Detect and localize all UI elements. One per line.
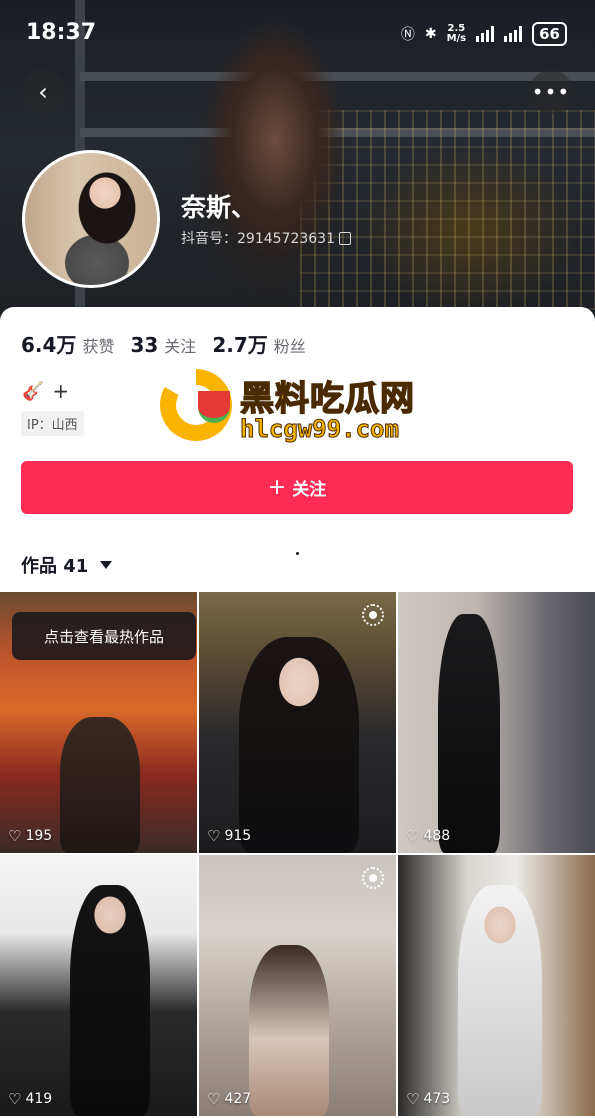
thumbnail-figure <box>239 637 359 853</box>
stat-likes[interactable]: 6.4万 获赞 <box>21 329 114 358</box>
avatar[interactable] <box>22 150 160 288</box>
stat-value: 6.4万 <box>21 333 77 357</box>
thumbnail-figure <box>438 614 500 853</box>
like-count: ♡ 915 <box>207 827 251 845</box>
back-icon: ‹ <box>38 78 48 106</box>
site-watermark: 黑料吃瓜网 hlcgw99.com <box>160 369 450 449</box>
cover-figure <box>185 20 355 320</box>
stat-following[interactable]: 33 关注 <box>130 333 196 357</box>
like-count-value: 488 <box>423 828 451 844</box>
video-thumbnail[interactable]: ♡ 915 <box>199 592 396 853</box>
status-icons: Ⓝ ✱ 2.5 M/s 66 <box>401 22 567 46</box>
watermark-url: hlcgw99.com <box>240 415 400 444</box>
stat-label: 粉丝 <box>273 337 306 356</box>
bluetooth-icon: ✱ <box>424 26 437 42</box>
follow-label: 关注 <box>292 480 327 500</box>
watermark-title: 黑料吃瓜网 <box>239 378 415 420</box>
ip-location-badge: IP：山西 <box>21 411 84 436</box>
stats-row: 6.4万 获赞 33 关注 2.7万 粉丝 <box>21 329 306 358</box>
account-id[interactable]: 抖音号：29145723631 <box>181 228 351 248</box>
like-count-value: 915 <box>224 828 252 844</box>
profile-panel: 6.4万 获赞 33 关注 2.7万 粉丝 🎸 + IP：山西 黑料吃瓜网 hl… <box>0 307 595 1118</box>
heart-icon: ♡ <box>406 1090 420 1108</box>
video-thumbnail[interactable]: ♡ 473 <box>398 855 595 1116</box>
video-thumbnail[interactable]: 点击查看最热作品 ♡ 195 <box>0 592 197 853</box>
tag-row: 🎸 + <box>22 379 69 403</box>
like-count: ♡ 419 <box>8 1090 52 1108</box>
account-id-text: 抖音号：29145723631 <box>181 231 335 247</box>
heart-icon: ♡ <box>406 827 420 845</box>
guitar-icon: 🎸 <box>22 380 45 402</box>
stat-label: 获赞 <box>82 337 115 356</box>
net-speed: 2.5 M/s <box>447 24 467 44</box>
stat-followers[interactable]: 2.7万 粉丝 <box>212 329 305 358</box>
follow-button[interactable]: + 关注 <box>21 461 573 514</box>
status-time: 18:37 <box>26 20 97 45</box>
thumbnail-figure <box>458 885 542 1116</box>
add-tag-button[interactable]: + <box>52 379 69 403</box>
chevron-down-icon <box>100 561 113 569</box>
stat-label: 关注 <box>164 337 197 356</box>
watermelon-icon <box>198 391 230 423</box>
more-button[interactable]: ••• <box>529 70 573 114</box>
live-photo-icon <box>362 867 384 889</box>
heart-icon: ♡ <box>207 827 221 845</box>
nfc-icon: Ⓝ <box>400 27 415 43</box>
like-count: ♡ 427 <box>207 1090 251 1108</box>
battery-icon: 66 <box>532 22 567 46</box>
works-grid: 点击查看最热作品 ♡ 195 ♡ 915 ♡ 488 ♡ 419 ♡ 427 ♡ 473 <box>0 592 595 1116</box>
back-button[interactable]: ‹ <box>21 70 65 114</box>
like-count: ♡ 488 <box>406 827 450 845</box>
works-tab-label: 作品 41 <box>21 556 89 577</box>
thumbnail-figure <box>249 945 329 1116</box>
like-count-value: 473 <box>423 1091 451 1107</box>
thumbnail-figure <box>70 885 150 1116</box>
divider-dot <box>296 552 299 555</box>
heart-icon: ♡ <box>207 1090 221 1108</box>
signal-icon <box>504 26 523 42</box>
live-photo-icon <box>362 604 384 626</box>
like-count: ♡ 473 <box>406 1090 450 1108</box>
like-count: ♡ 195 <box>8 827 52 845</box>
status-bar: 18:37 Ⓝ ✱ 2.5 M/s 66 <box>0 0 595 64</box>
tab-works[interactable]: 作品 41 <box>21 552 113 578</box>
heart-icon: ♡ <box>8 827 22 845</box>
like-count-value: 419 <box>25 1091 53 1107</box>
video-thumbnail[interactable]: ♡ 427 <box>199 855 396 1116</box>
more-icon: ••• <box>531 80 571 104</box>
thumbnail-figure <box>60 717 140 853</box>
stat-value: 33 <box>130 333 159 357</box>
like-count-value: 427 <box>224 1091 252 1107</box>
like-count-value: 195 <box>25 828 53 844</box>
plus-icon: + <box>267 475 287 500</box>
net-speed-unit: M/s <box>446 33 467 44</box>
video-thumbnail[interactable]: ♡ 488 <box>398 592 595 853</box>
signal-icon <box>476 26 495 42</box>
copy-icon[interactable] <box>338 231 351 245</box>
nickname: 奈斯、 <box>181 193 257 222</box>
stat-value: 2.7万 <box>212 333 268 357</box>
heart-icon: ♡ <box>8 1090 22 1108</box>
video-thumbnail[interactable]: ♡ 419 <box>0 855 197 1116</box>
hottest-works-hint[interactable]: 点击查看最热作品 <box>12 612 196 660</box>
